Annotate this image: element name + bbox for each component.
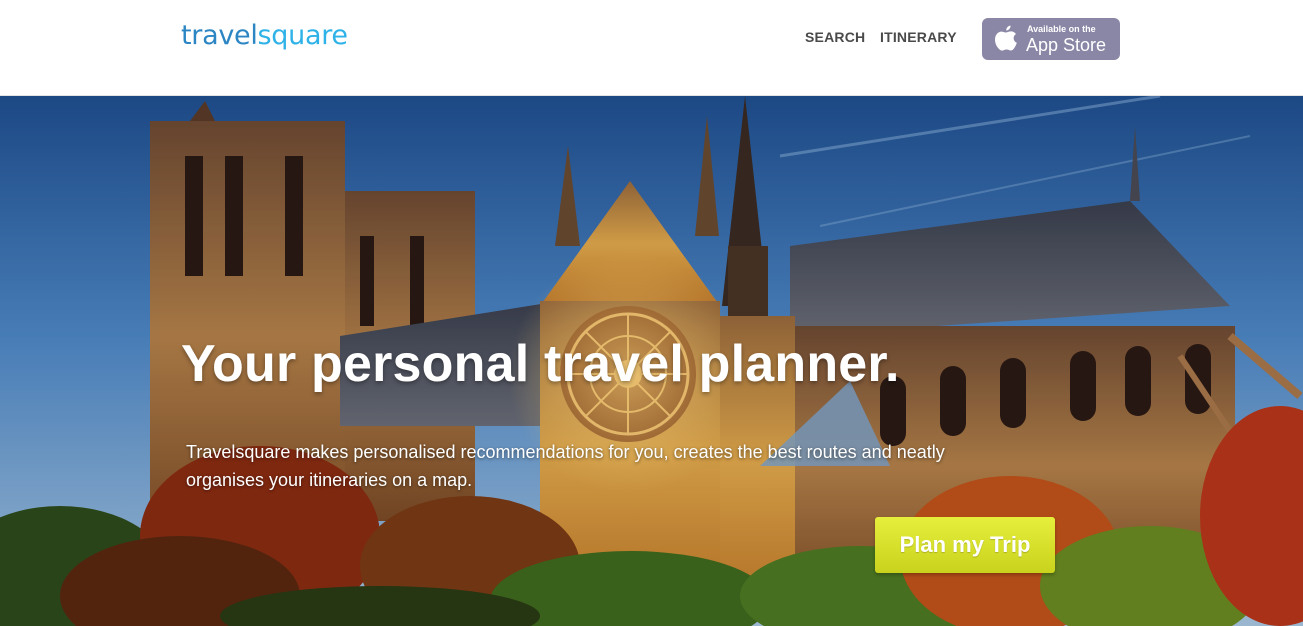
app-store-button[interactable]: Available on the App Store bbox=[982, 18, 1120, 60]
hero-headline: Your personal travel planner. bbox=[181, 335, 900, 393]
hero-subtext: Travelsquare makes personalised recommen… bbox=[186, 442, 945, 490]
apple-icon bbox=[995, 25, 1017, 51]
app-store-small-label: Available on the bbox=[1027, 24, 1096, 34]
travelsquare-logo[interactable]: travelsquare bbox=[181, 20, 348, 51]
nav-search-link[interactable]: SEARCH bbox=[805, 29, 865, 45]
app-store-big-label: App Store bbox=[1026, 35, 1107, 55]
hero-section: Your personal travel planner. Travelsqua… bbox=[0, 96, 1303, 626]
site-header: travelsquare SEARCH ITINERARY Available … bbox=[0, 0, 1303, 96]
logo-text-travel: travel bbox=[181, 20, 258, 51]
plan-my-trip-button[interactable]: Plan my Trip bbox=[875, 517, 1055, 573]
logo-text-square: square bbox=[257, 20, 348, 51]
nav-itinerary-link[interactable]: ITINERARY bbox=[880, 29, 957, 45]
